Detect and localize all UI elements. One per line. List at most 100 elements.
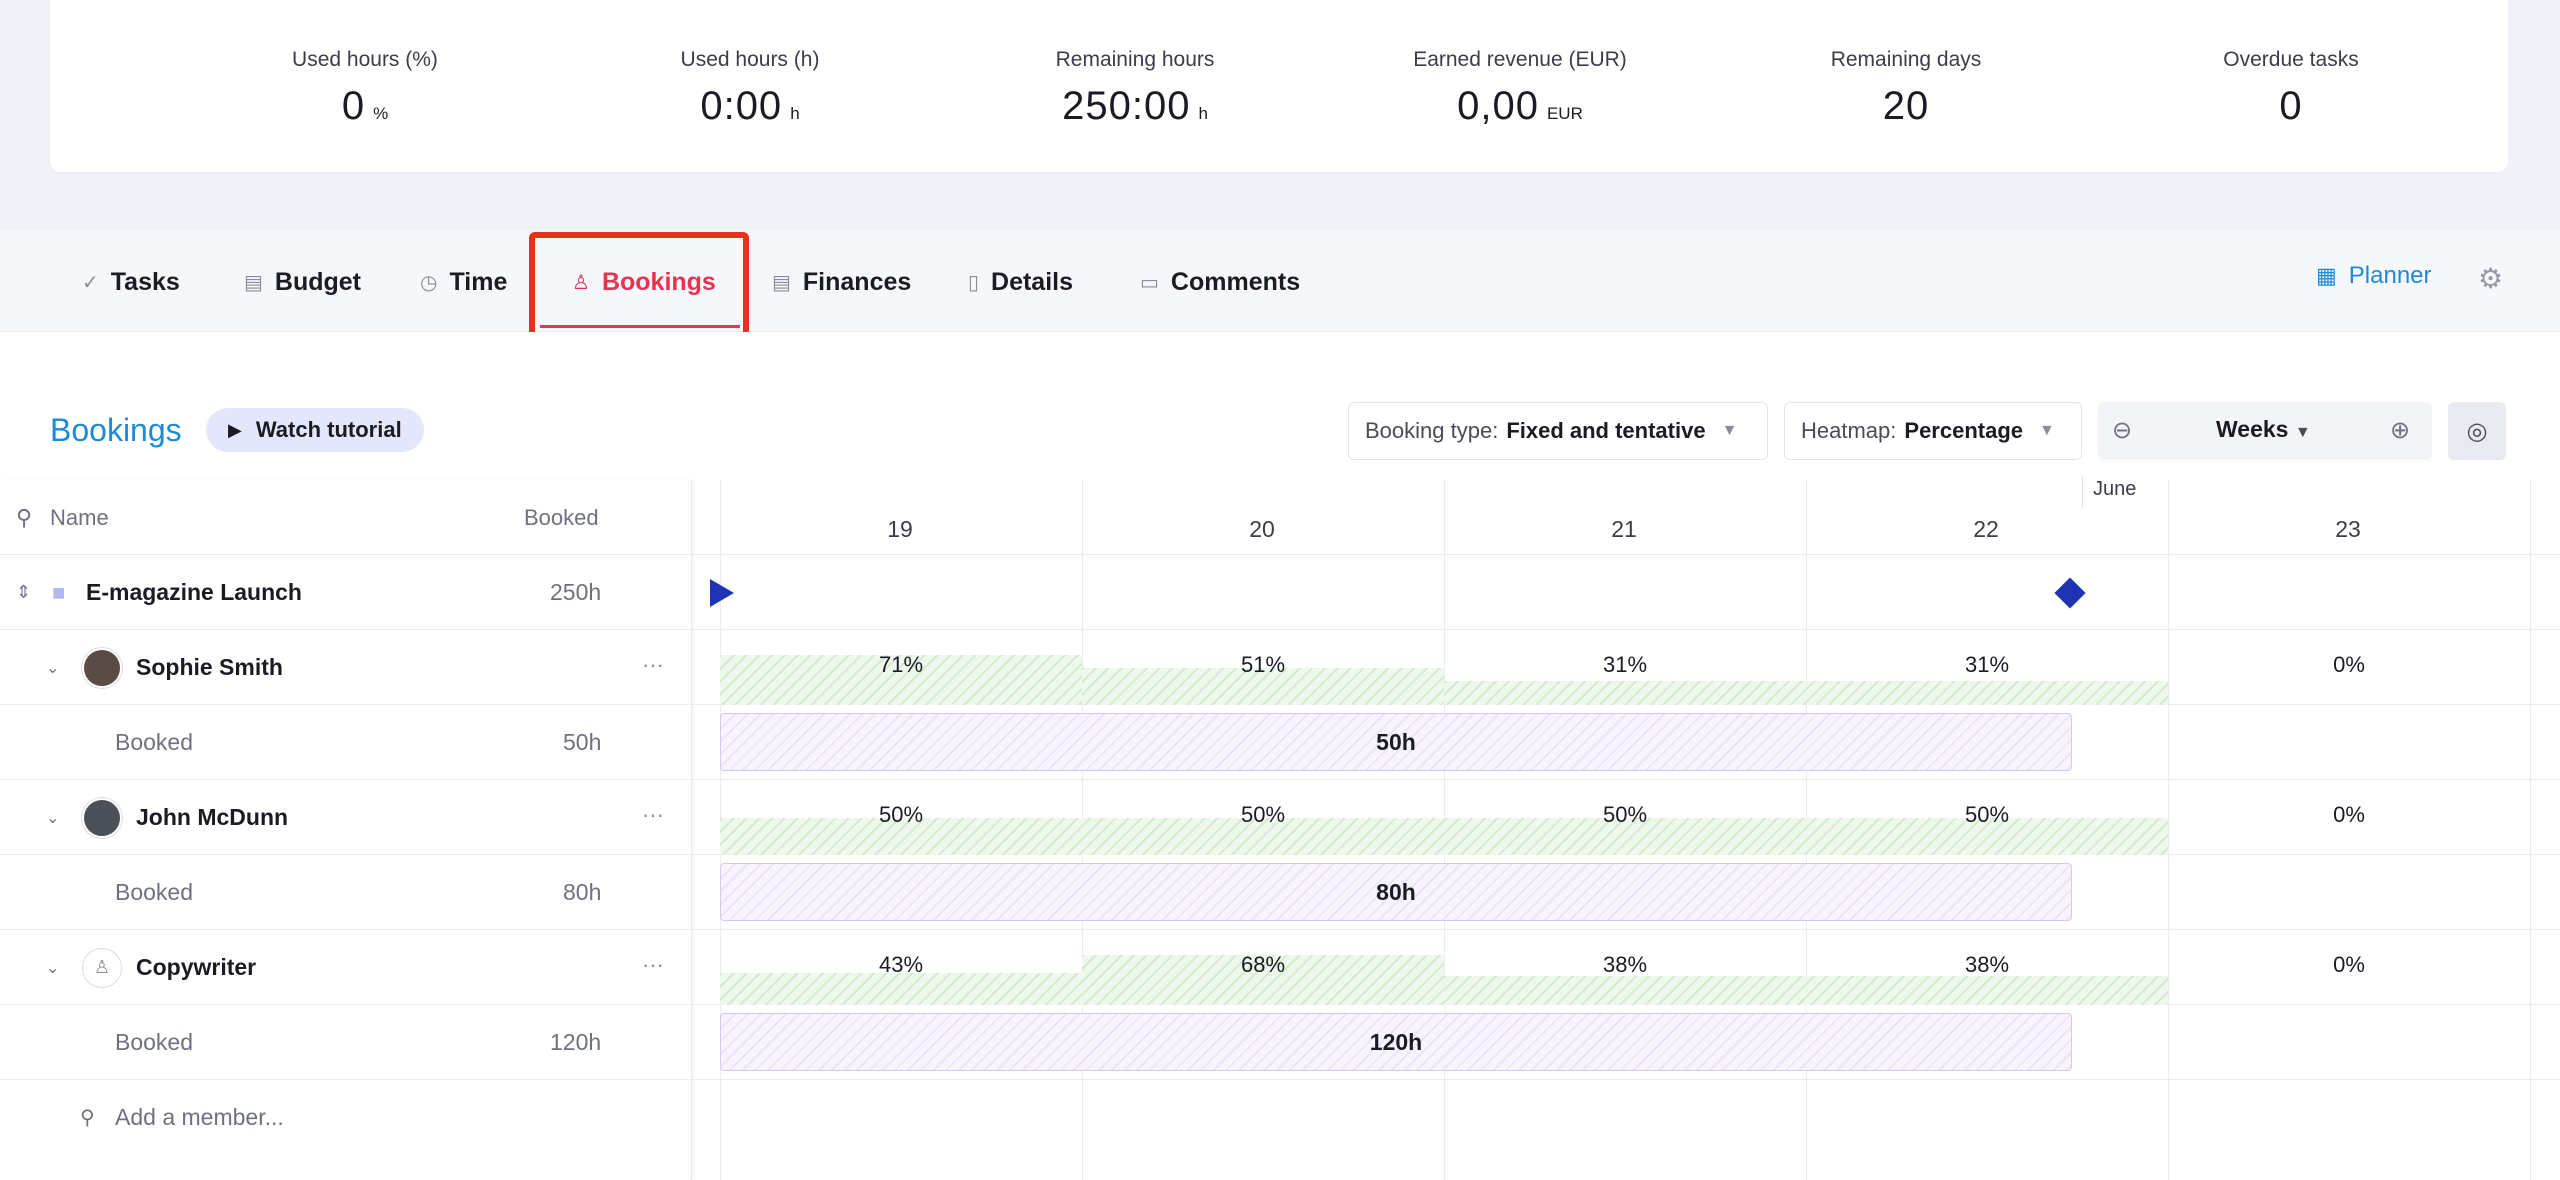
milestone-diamond[interactable] [2054, 577, 2086, 609]
booking-type-label: Booking type: [1365, 418, 1499, 443]
stat-value: 0 [2279, 84, 2303, 128]
zoom-scale-dropdown[interactable]: Weeks ▼ [2216, 416, 2311, 443]
booked-row: Booked 50h [0, 705, 692, 780]
stat-unit: h [1198, 104, 1208, 123]
more-options-icon[interactable]: ··· [642, 802, 664, 828]
tab-tasks[interactable]: ✓ Tasks [82, 262, 180, 302]
stat-unit: EUR [1546, 104, 1583, 123]
stat-overdue-tasks: Overdue tasks 0 [2141, 48, 2441, 129]
heatmap-label: Heatmap: [1801, 418, 1897, 443]
tab-finances[interactable]: ▤ Finances [772, 262, 911, 302]
tab-label: Tasks [110, 267, 180, 296]
project-row[interactable]: ⇕ ■ E-magazine Launch 250h [0, 555, 692, 630]
table-header: ⚲ Name Booked [0, 480, 692, 555]
planner-button[interactable]: ▦ Planner [2316, 262, 2432, 290]
stats-panel: Used hours (%) 0% Used hours (h) 0:00 h R… [50, 0, 2508, 172]
booked-hours: 120h [550, 1029, 602, 1055]
member-row[interactable]: ⌄ John McDunn ··· [0, 780, 692, 855]
tab-budget[interactable]: ▤ Budget [244, 262, 361, 302]
project-start-marker[interactable] [710, 579, 734, 607]
stat-label: Used hours (%) [292, 48, 438, 71]
watch-tutorial-label: Watch tutorial [255, 417, 402, 442]
booking-row: 80h [692, 855, 2560, 930]
stat-label: Remaining days [1830, 48, 1982, 71]
stat-used-hours: Used hours (h) 0:00 h [600, 48, 900, 129]
planner-label: Planner [2348, 262, 2432, 289]
booking-bar[interactable]: 120h [720, 1013, 2072, 1071]
heatmap-percent: 68% [1240, 952, 1286, 977]
resource-table: ⚲ Name Booked ⇕ ■ E-magazine Launch 250h… [0, 480, 692, 1180]
tab-label: Time [449, 267, 508, 296]
stat-label: Remaining hours [1055, 48, 1215, 71]
booked-label: Booked [115, 729, 194, 755]
add-person-icon: ⚲ [16, 504, 33, 530]
add-member-link[interactable]: Add a member... [115, 1080, 284, 1155]
week-label: 20 [1249, 516, 1275, 542]
booking-bar[interactable]: 50h [720, 713, 2072, 771]
booking-type-value: Fixed and tentative [1506, 418, 1706, 443]
tab-comments[interactable]: ▭ Comments [1140, 262, 1300, 302]
bookings-view: Bookings ▶ Watch tutorial Booking type: Fi… [0, 332, 2560, 1180]
project-name: E-magazine Launch [86, 579, 302, 605]
watch-tutorial-button[interactable]: ▶ Watch tutorial [206, 408, 424, 452]
page-title: Bookings [50, 412, 182, 448]
comment-icon: ▭ [1140, 271, 1159, 294]
member-row[interactable]: ⌄ ♙ Copywriter ··· [0, 930, 692, 1005]
heatmap-cell [1444, 681, 2168, 705]
more-options-icon[interactable]: ··· [642, 952, 664, 978]
booked-hours: 80h [563, 879, 602, 905]
heatmap-dropdown[interactable]: Heatmap: Percentage ▼ [1784, 402, 2082, 460]
more-options-icon[interactable]: ··· [642, 652, 664, 678]
chat-icon[interactable]: ◎ [2448, 402, 2506, 460]
briefcase-icon: ■ [52, 579, 66, 605]
booked-row: Booked 80h [0, 855, 692, 930]
caret-down-icon: ▼ [2039, 422, 2055, 439]
heatmap-percent: 71% [878, 652, 924, 677]
booked-column-header[interactable]: Booked [524, 480, 599, 555]
stat-unit: h [790, 104, 800, 123]
play-icon: ▶ [228, 419, 242, 440]
booked-label: Booked [115, 879, 194, 905]
heatmap-percent: 50% [878, 802, 924, 827]
heatmap-row: 50% 50% 50% 50% 0% [692, 780, 2560, 855]
member-name: Copywriter [136, 954, 257, 980]
stat-value: 20 [1882, 84, 1930, 128]
heatmap-percent: 31% [1964, 652, 2010, 677]
heatmap-percent: 50% [1964, 802, 2010, 827]
chevron-down-icon[interactable]: ⌄ [46, 780, 59, 855]
name-column-header[interactable]: Name [50, 480, 109, 555]
booking-bar[interactable]: 80h [720, 863, 2072, 921]
tab-label: Finances [802, 267, 912, 296]
heatmap-percent: 38% [1602, 952, 1648, 977]
project-booked: 250h [550, 579, 602, 605]
timeline-header: 19 20 21 22 23 [692, 480, 2560, 555]
tab-time[interactable]: ◷ Time [420, 262, 507, 302]
booking-type-dropdown[interactable]: Booking type: Fixed and tentative ▼ [1348, 402, 1768, 460]
tab-details[interactable]: ▯ Details [968, 262, 1073, 302]
stat-value: 0:00 [700, 84, 783, 128]
zoom-out-icon[interactable]: ⊖ [2112, 416, 2132, 445]
caret-down-icon: ▼ [2294, 424, 2311, 441]
stat-label: Overdue tasks [2223, 48, 2359, 71]
heatmap-percent: 31% [1602, 652, 1648, 677]
stat-label: Earned revenue (EUR) [1413, 48, 1627, 71]
heatmap-row: 43% 68% 38% 38% 0% [692, 930, 2560, 1005]
zoom-scale-value: Weeks [2216, 416, 2289, 442]
tab-label: Budget [274, 267, 362, 296]
tab-bar: ✓ Tasks ▤ Budget ◷ Time ♙ Bookings ▤ Finances… [0, 230, 2560, 332]
zoom-in-icon[interactable]: ⊕ [2390, 416, 2410, 445]
booked-hours: 50h [563, 729, 602, 755]
week-label: 19 [887, 516, 913, 542]
chevron-down-icon[interactable]: ⌄ [46, 630, 59, 705]
avatar [82, 797, 122, 838]
expand-collapse-icon[interactable]: ⇕ [16, 555, 31, 630]
gear-icon[interactable]: ⚙ [2478, 262, 2503, 295]
add-member-row[interactable]: ⚲ Add a member... [0, 1080, 692, 1155]
stat-earned-revenue: Earned revenue (EUR) 0,00 EUR [1370, 48, 1670, 129]
caret-down-icon: ▼ [1721, 422, 1738, 439]
stat-remaining-hours: Remaining hours 250:00 h [985, 48, 1285, 129]
member-row[interactable]: ⌄ Sophie Smith ··· [0, 630, 692, 705]
chevron-down-icon[interactable]: ⌄ [46, 930, 59, 1005]
heatmap-percent: 51% [1240, 652, 1286, 677]
booked-label: Booked [115, 1029, 194, 1055]
